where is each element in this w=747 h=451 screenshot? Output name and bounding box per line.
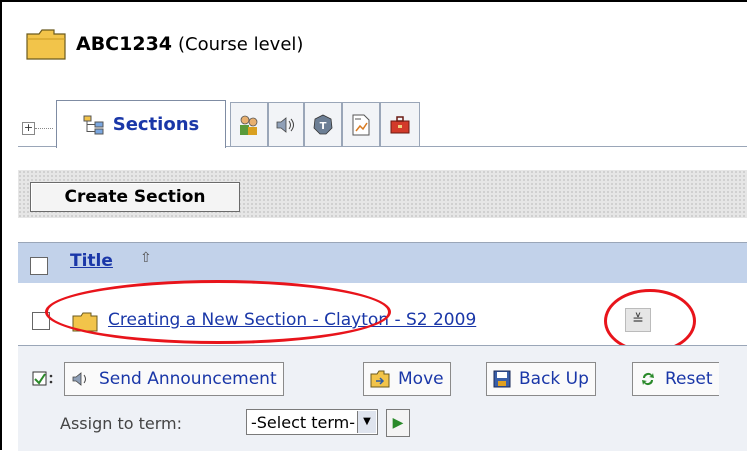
go-button[interactable]: ▶ — [386, 409, 410, 437]
expand-toggle[interactable]: + — [22, 122, 35, 135]
move-label: Move — [398, 369, 444, 389]
course-code: ABC1234 — [76, 33, 173, 55]
tab-announcements[interactable] — [268, 102, 304, 146]
back-up-label: Back Up — [519, 369, 589, 389]
back-up-button[interactable]: Back Up — [486, 362, 596, 396]
send-announcement-icon — [72, 372, 86, 386]
create-section-button[interactable]: Create Section — [30, 182, 240, 212]
announcements-speaker-icon — [276, 116, 294, 133]
sections-tree-icon — [83, 115, 104, 134]
tab-tools[interactable]: T — [304, 102, 342, 146]
assign-term-label: Assign to term: — [60, 414, 182, 433]
briefcase-icon — [390, 115, 410, 133]
select-all-checkbox[interactable] — [30, 257, 48, 275]
send-announcement-label: Send Announcement — [99, 369, 277, 389]
title-column-header[interactable]: Title — [70, 251, 113, 271]
tab-sections-label: Sections — [112, 114, 200, 135]
reset-label: Reset — [665, 369, 713, 389]
tab-users[interactable] — [230, 102, 268, 146]
term-select[interactable]: -Select term- ▼ — [246, 409, 378, 435]
context-menu-icon[interactable]: ≚ — [625, 308, 651, 332]
row-checkbox[interactable] — [32, 312, 50, 330]
send-announcement-button[interactable]: Send Announcement — [64, 362, 284, 396]
go-arrow-icon: ▶ — [392, 415, 404, 431]
tab-briefcase[interactable] — [380, 102, 420, 146]
move-button[interactable]: Move — [363, 362, 451, 396]
svg-text:T: T — [320, 121, 327, 132]
move-folder-icon — [370, 370, 390, 388]
tools-badge-icon: T — [313, 114, 333, 134]
course-header: ABC1234 (Course level) — [26, 28, 303, 60]
chevron-down-icon[interactable]: ▼ — [357, 411, 376, 433]
tab-bar: + Sections T — [18, 96, 747, 148]
save-disk-icon — [493, 370, 511, 388]
folder-icon — [72, 312, 98, 332]
section-title-link[interactable]: Creating a New Section - Clayton - S2 20… — [108, 310, 476, 330]
toolbar-strip: Create Section — [18, 170, 747, 218]
users-icon — [240, 115, 258, 135]
folder-icon — [26, 29, 66, 60]
sort-ascending-icon[interactable]: ⇧ — [140, 250, 152, 266]
reset-arrows-icon — [642, 373, 654, 385]
action-bar: Send Announcement Move Back Up Reset Ass… — [18, 345, 747, 451]
course-level: (Course level) — [178, 33, 304, 55]
reset-button[interactable]: Reset — [632, 362, 719, 396]
tab-sections[interactable]: Sections — [56, 100, 226, 148]
tree-connector — [35, 128, 53, 129]
checked-checkbox-icon[interactable] — [32, 370, 54, 388]
list-header: Title ⇧ — [18, 242, 747, 283]
report-icon — [352, 114, 370, 135]
term-select-value: -Select term- — [251, 413, 355, 432]
tab-reports[interactable] — [342, 102, 380, 146]
